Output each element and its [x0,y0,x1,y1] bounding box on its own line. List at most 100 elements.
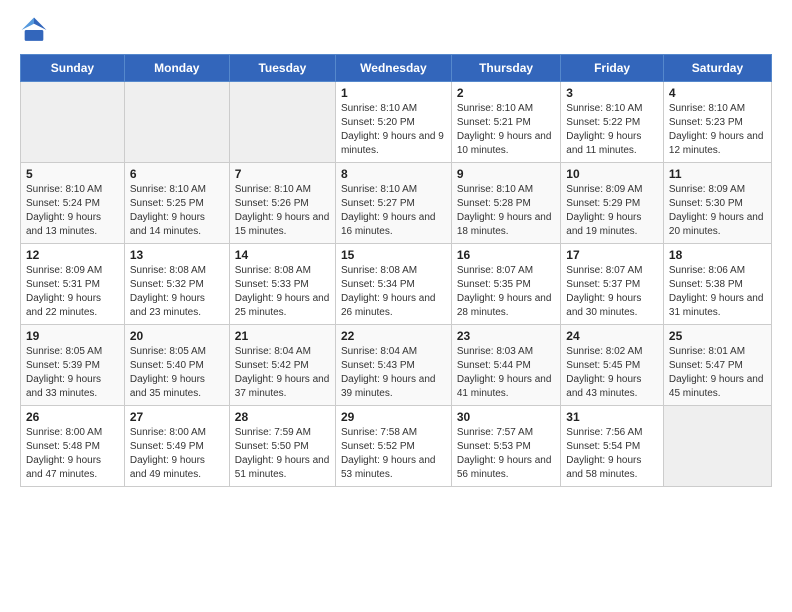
calendar-cell: 7 Sunrise: 8:10 AM Sunset: 5:26 PM Daylight… [229,163,335,244]
day-info: Sunrise: 8:10 AMSunset: 5:21 PMDaylight:… [457,102,555,158]
weekday-header-saturday: Saturday [663,55,771,82]
day-info: Sunrise: 7:56 AMSunset: 5:54 PMDaylight:… [566,426,658,482]
sunset-label: Sunset: 5:47 PM [669,360,743,371]
daylight-label: Daylight: 9 hours and 31 minutes. [669,293,764,318]
calendar-cell: 19Sunrise: 8:05 AMSunset: 5:39 PMDayligh… [21,325,125,406]
day-info: Sunrise: 8:10 AM Sunset: 5:20 PM Daylight:… [341,102,446,158]
daylight-label: Daylight: 9 hours and 53 minutes. [341,455,436,480]
day-number: 27 [130,410,224,424]
sunset-label: Sunset: 5:26 PM [235,198,309,209]
sunrise-label: Sunrise: 8:10 AM [669,103,745,114]
calendar-cell: 30 Sunrise: 7:57 AMSunset: 5:53 PMDayligh… [451,406,560,487]
weekday-header-wednesday: Wednesday [335,55,451,82]
weekday-header-row: SundayMondayTuesdayWednesdayThursdayFrid… [21,55,772,82]
sunset-label: Sunset: 5:34 PM [341,279,415,290]
sunset-label: Sunset: 5:45 PM [566,360,640,371]
weekday-header-thursday: Thursday [451,55,560,82]
logo [20,16,52,44]
sunrise-label: Sunrise: 8:04 AM [341,346,417,357]
daylight-label: Daylight: 9 hours and 10 minutes. [457,131,552,156]
sunset-label: Sunset: 5:44 PM [457,360,531,371]
day-number: 19 [26,329,119,343]
day-number: 18 [669,248,766,262]
sunrise-label: Sunrise: 8:10 AM [457,184,533,195]
header [20,16,772,44]
sunset-label: Sunset: 5:31 PM [26,279,100,290]
sunset-label: Sunset: 5:43 PM [341,360,415,371]
logo-icon [20,16,48,44]
daylight-label: Daylight: 9 hours and 49 minutes. [130,455,205,480]
day-info: Sunrise: 8:04 AMSunset: 5:42 PMDaylight:… [235,345,330,401]
day-number: 30 [457,410,555,424]
daylight-label: Daylight: 9 hours and 51 minutes. [235,455,330,480]
day-number: 6 [130,167,224,181]
day-number: 8 [341,167,446,181]
calendar-cell: 31Sunrise: 7:56 AMSunset: 5:54 PMDayligh… [561,406,664,487]
daylight-label: Daylight: 9 hours and 58 minutes. [566,455,641,480]
sunrise-label: Sunrise: 8:06 AM [669,265,745,276]
day-number: 3 [566,86,658,100]
day-info: Sunrise: 8:08 AMSunset: 5:33 PMDaylight:… [235,264,330,320]
sunrise-label: Sunrise: 8:10 AM [235,184,311,195]
sunrise-label: Sunrise: 8:07 AM [457,265,533,276]
day-number: 28 [235,410,330,424]
sunrise-label: Sunrise: 8:10 AM [457,103,533,114]
day-number: 24 [566,329,658,343]
calendar-cell: 3Sunrise: 8:10 AMSunset: 5:22 PMDaylight… [561,82,664,163]
day-number: 26 [26,410,119,424]
sunrise-label: Sunrise: 8:08 AM [235,265,311,276]
sunset-label: Sunset: 5:20 PM [341,117,415,128]
day-info: Sunrise: 8:08 AMSunset: 5:34 PMDaylight:… [341,264,446,320]
daylight-label: Daylight: 9 hours and 9 minutes. [341,131,444,156]
sunrise-label: Sunrise: 8:09 AM [26,265,102,276]
sunrise-label: Sunrise: 8:01 AM [669,346,745,357]
week-row-4: 19Sunrise: 8:05 AMSunset: 5:39 PMDayligh… [21,325,772,406]
sunrise-label: Sunrise: 8:07 AM [566,265,642,276]
sunrise-label: Sunrise: 8:09 AM [566,184,642,195]
day-number: 12 [26,248,119,262]
day-number: 11 [669,167,766,181]
day-number: 7 [235,167,330,181]
daylight-label: Daylight: 9 hours and 18 minutes. [457,212,552,237]
day-number: 1 [341,86,446,100]
sunrise-label: Sunrise: 7:58 AM [341,427,417,438]
daylight-label: Daylight: 9 hours and 37 minutes. [235,374,330,399]
sunrise-label: Sunrise: 8:08 AM [341,265,417,276]
sunset-label: Sunset: 5:37 PM [566,279,640,290]
day-number: 16 [457,248,555,262]
day-info: Sunrise: 8:09 AMSunset: 5:31 PMDaylight:… [26,264,119,320]
calendar-cell: 6Sunrise: 8:10 AMSunset: 5:25 PMDaylight… [124,163,229,244]
calendar-cell: 15Sunrise: 8:08 AMSunset: 5:34 PMDayligh… [335,244,451,325]
calendar-cell [21,82,125,163]
calendar-cell: 28Sunrise: 7:59 AMSunset: 5:50 PMDayligh… [229,406,335,487]
daylight-label: Daylight: 9 hours and 35 minutes. [130,374,205,399]
day-info: Sunrise: 7:58 AM Sunset: 5:52 PM Daylight:… [341,426,446,482]
sunset-label: Sunset: 5:38 PM [669,279,743,290]
daylight-label: Daylight: 9 hours and 28 minutes. [457,293,552,318]
sunrise-label: Sunrise: 7:56 AM [566,427,642,438]
daylight-label: Daylight: 9 hours and 19 minutes. [566,212,641,237]
day-info: Sunrise: 8:05 AMSunset: 5:40 PMDaylight:… [130,345,224,401]
daylight-label: Daylight: 9 hours and 45 minutes. [669,374,764,399]
calendar-cell: 9Sunrise: 8:10 AMSunset: 5:28 PMDaylight… [451,163,560,244]
daylight-label: Daylight: 9 hours and 15 minutes. [235,212,330,237]
day-number: 22 [341,329,446,343]
weekday-header-tuesday: Tuesday [229,55,335,82]
daylight-label: Daylight: 9 hours and 43 minutes. [566,374,641,399]
sunrise-label: Sunrise: 7:57 AM [457,427,533,438]
day-number: 4 [669,86,766,100]
sunset-label: Sunset: 5:52 PM [341,441,415,452]
daylight-label: Daylight: 9 hours and 13 minutes. [26,212,101,237]
sunrise-label: Sunrise: 8:10 AM [341,103,417,114]
calendar-cell: 22Sunrise: 8:04 AMSunset: 5:43 PMDayligh… [335,325,451,406]
day-info: Sunrise: 7:57 AMSunset: 5:53 PMDaylight:… [457,426,555,482]
sunrise-label: Sunrise: 8:05 AM [130,346,206,357]
day-number: 2 [457,86,555,100]
week-row-5: 26Sunrise: 8:00 AMSunset: 5:48 PMDayligh… [21,406,772,487]
day-number: 20 [130,329,224,343]
sunrise-label: Sunrise: 8:09 AM [669,184,745,195]
week-row-2: 5Sunrise: 8:10 AMSunset: 5:24 PMDaylight… [21,163,772,244]
sunset-label: Sunset: 5:24 PM [26,198,100,209]
calendar-cell: 26Sunrise: 8:00 AMSunset: 5:48 PMDayligh… [21,406,125,487]
sunset-label: Sunset: 5:42 PM [235,360,309,371]
